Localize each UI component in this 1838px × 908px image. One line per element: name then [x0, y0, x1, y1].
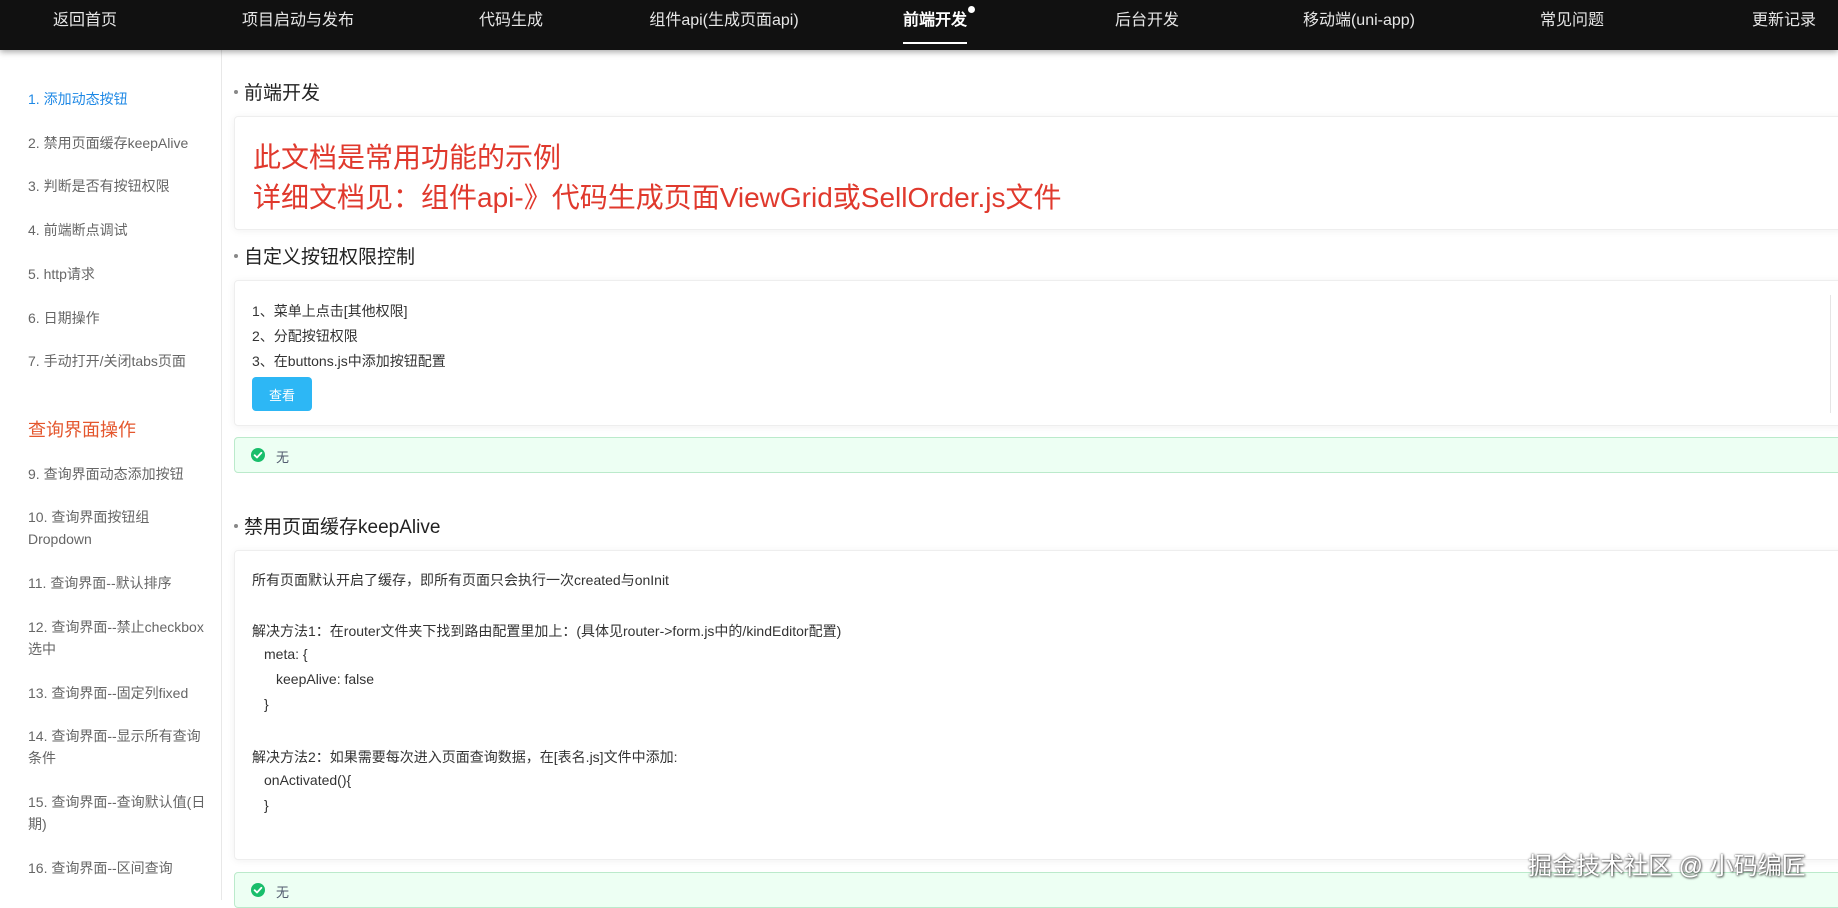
nav-item-faq[interactable]: 常见问题 — [1540, 0, 1604, 44]
card-divider — [1830, 295, 1831, 413]
keepalive-desc: 所有页面默认开启了缓存，即所有页面只会执行一次created与onInit — [252, 572, 669, 588]
watermark: 掘金技术社区 @ 小码编匠 — [1528, 853, 1806, 880]
sidebar-group-title: 查询界面操作 — [28, 420, 136, 440]
top-nav: 返回首页 项目启动与发布 代码生成 组件api(生成页面api) 前端开发 后台… — [0, 0, 1838, 50]
sidebar-item-query-fixed[interactable]: 13. 查询界面--固定列fixed — [28, 682, 208, 704]
sidebar-item-http[interactable]: 5. http请求 — [28, 263, 208, 285]
sidebar-item-query-add-button[interactable]: 9. 查询界面动态添加按钮 — [28, 463, 208, 485]
nav-item-mobile[interactable]: 移动端(uni-app) — [1303, 0, 1415, 44]
sidebar-item-add-dynamic-button[interactable]: 1. 添加动态按钮 — [28, 88, 208, 110]
check-circle-icon — [251, 883, 265, 897]
sidebar-item-date[interactable]: 6. 日期操作 — [28, 307, 208, 329]
nav-item-frontend-label: 前端开发 — [902, 12, 968, 29]
notification-dot-icon — [968, 6, 976, 13]
keepalive-card: 所有页面默认开启了缓存，即所有页面只会执行一次created与onInit 解决… — [234, 550, 1838, 860]
intro-line-2: 详细文档见：组件api-》代码生成页面ViewGrid或SellOrder.js… — [253, 182, 1062, 213]
sidebar-item-query-sort[interactable]: 11. 查询界面--默认排序 — [28, 572, 208, 594]
step-line-3: 3、在buttons.js中添加按钮配置 — [252, 353, 446, 369]
section-title-button-permission: 自定义按钮权限控制 — [234, 242, 415, 269]
solution-2: 解决方法2：如果需要每次进入页面查询数据，在[表名.js]文件中添加: — [252, 749, 678, 765]
check-circle-icon — [251, 448, 265, 462]
section-title-frontend: 前端开发 — [234, 78, 320, 105]
sidebar-item-query-range[interactable]: 16. 查询界面--区间查询 — [28, 857, 208, 879]
bullet-icon — [234, 89, 238, 94]
sidebar-item-button-permission[interactable]: 3. 判断是否有按钮权限 — [28, 175, 208, 197]
intro-line-1: 此文档是常用功能的示例 — [253, 142, 562, 173]
code-onactivated-open: onActivated(){ — [264, 772, 352, 788]
code-onactivated-close: } — [264, 797, 269, 813]
view-button[interactable]: 查看 — [252, 377, 312, 411]
sidebar-item-tabs[interactable]: 7. 手动打开/关闭tabs页面 — [28, 350, 208, 372]
step-line-1: 1、菜单上点击[其他权限] — [252, 303, 408, 319]
section-title-text: 前端开发 — [244, 83, 321, 104]
main-content: 前端开发 此文档是常用功能的示例 详细文档见：组件api-》代码生成页面View… — [234, 50, 1838, 908]
sidebar-item-debug[interactable]: 4. 前端断点调试 — [28, 219, 208, 241]
sidebar-item-query-default-date[interactable]: 15. 查询界面--查询默认值(日期) — [28, 791, 208, 835]
code-meta-open: meta: { — [264, 646, 308, 662]
nav-item-backend[interactable]: 后台开发 — [1115, 0, 1179, 44]
nav-item-component-api[interactable]: 组件api(生成页面api) — [649, 0, 798, 44]
success-alert: 无 — [234, 437, 1838, 473]
step-line-2: 2、分配按钮权限 — [252, 328, 358, 344]
section-title-keepalive: 禁用页面缓存keepAlive — [234, 512, 440, 539]
alert-text: 无 — [276, 885, 290, 900]
section-title-text: 自定义按钮权限控制 — [244, 247, 416, 268]
nav-item-frontend[interactable]: 前端开发 — [902, 0, 976, 44]
bullet-icon — [234, 253, 238, 258]
section-title-text: 禁用页面缓存keepAlive — [244, 517, 441, 538]
nav-item-code-gen[interactable]: 代码生成 — [479, 0, 543, 44]
sidebar: 1. 添加动态按钮 2. 禁用页面缓存keepAlive 3. 判断是否有按钮权… — [0, 50, 222, 900]
intro-card: 此文档是常用功能的示例 详细文档见：组件api-》代码生成页面ViewGrid或… — [234, 116, 1838, 230]
bullet-icon — [234, 523, 238, 528]
nav-item-project-start[interactable]: 项目启动与发布 — [242, 0, 354, 44]
nav-item-home[interactable]: 返回首页 — [53, 0, 117, 44]
button-permission-card: 1、菜单上点击[其他权限] 2、分配按钮权限 3、在buttons.js中添加按… — [234, 280, 1838, 426]
nav-item-changelog[interactable]: 更新记录 — [1752, 0, 1816, 44]
solution-1: 解决方法1：在router文件夹下找到路由配置里加上：(具体见router->f… — [252, 623, 842, 639]
sidebar-item-keepalive[interactable]: 2. 禁用页面缓存keepAlive — [28, 132, 208, 154]
code-meta-close: } — [264, 696, 269, 712]
sidebar-item-query-checkbox[interactable]: 12. 查询界面--禁止checkbox选中 — [28, 616, 208, 660]
sidebar-item-query-all-conditions[interactable]: 14. 查询界面--显示所有查询条件 — [28, 725, 208, 769]
code-keepalive: keepAlive: false — [276, 671, 375, 687]
alert-text: 无 — [276, 450, 290, 465]
sidebar-item-query-dropdown[interactable]: 10. 查询界面按钮组Dropdown — [28, 506, 208, 550]
